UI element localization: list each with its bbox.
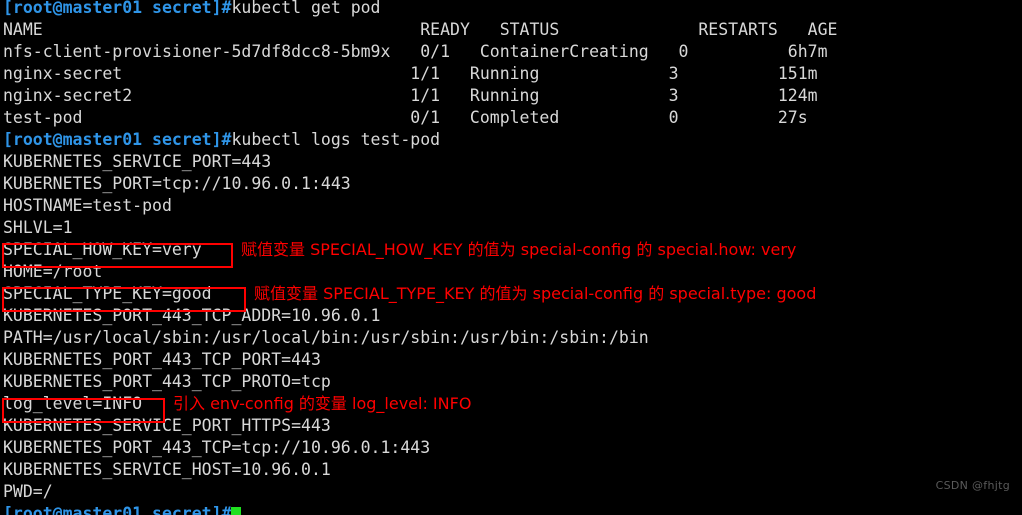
annotation-special-type-key: 赋值变量 SPECIAL_TYPE_KEY 的值为 special-config…	[254, 284, 817, 303]
log-line-port-443-tcp: KUBERNETES_PORT_443_TCP=tcp://10.96.0.1:…	[3, 438, 431, 457]
pod-table-header: NAME READY STATUS RESTARTS AGE	[3, 20, 838, 39]
table-row: nginx-secret2 1/1 Running 3 124m	[3, 86, 818, 105]
log-line-kubernetes-port: KUBERNETES_PORT=tcp://10.96.0.1:443	[3, 174, 351, 193]
command-text-logs: kubectl logs test-pod	[231, 130, 441, 149]
log-line-home: HOME=/root	[3, 262, 103, 281]
command-line-trailing: [root@master01 secret]#	[3, 503, 1022, 515]
log-line-path: PATH=/usr/local/sbin:/usr/local/bin:/usr…	[3, 328, 649, 347]
log-line-hostname: HOSTNAME=test-pod	[3, 196, 172, 215]
command-line-logs: [root@master01 secret]#kubectl logs test…	[3, 129, 1022, 151]
log-line-tcp-addr: KUBERNETES_PORT_443_TCP_ADDR=10.96.0.1	[3, 306, 381, 325]
annotation-log-level: 引入 env-config 的变量 log_level: INFO	[173, 394, 472, 413]
shell-prompt: [root@master01 secret]#	[3, 504, 232, 515]
table-row: nginx-secret 1/1 Running 3 151m	[3, 64, 818, 83]
shell-prompt: [root@master01 secret]#	[3, 0, 232, 17]
table-row: nfs-client-provisioner-5d7df8dcc8-5bm9x …	[3, 42, 828, 61]
log-line-tcp-port: KUBERNETES_PORT_443_TCP_PORT=443	[3, 350, 321, 369]
table-row: test-pod 0/1 Completed 0 27s	[3, 108, 808, 127]
log-line-service-host: KUBERNETES_SERVICE_HOST=10.96.0.1	[3, 460, 331, 479]
log-line-special-type-key: SPECIAL_TYPE_KEY=good 赋值变量 SPECIAL_TYPE_K…	[3, 283, 1022, 305]
log-line-log-level: log_level=INFO 引入 env-config 的变量 log_leve…	[3, 393, 1022, 415]
log-value-log-level: log_level=INFO	[3, 394, 143, 413]
command-line-get-pod: [root@master01 secret]#kubectl get pod	[3, 0, 1022, 19]
text-cursor	[231, 507, 242, 515]
terminal-screen: [root@master01 secret]#kubectl get pod N…	[3, 0, 1022, 515]
log-line-service-port-https: KUBERNETES_SERVICE_PORT_HTTPS=443	[3, 416, 331, 435]
shell-prompt: [root@master01 secret]#	[3, 130, 232, 149]
terminal-window[interactable]: [root@master01 secret]#kubectl get pod N…	[0, 0, 1022, 515]
log-line-special-how-key: SPECIAL_HOW_KEY=very 赋值变量 SPECIAL_HOW_KEY…	[3, 239, 1022, 261]
log-line-pwd: PWD=/	[3, 482, 53, 501]
log-line-kubernetes-service-port: KUBERNETES_SERVICE_PORT=443	[3, 152, 272, 171]
log-value-special-how-key: SPECIAL_HOW_KEY=very	[3, 240, 202, 259]
command-text-get-pod: kubectl get pod	[231, 0, 381, 17]
log-line-shlvl: SHLVL=1	[3, 218, 73, 237]
log-value-special-type-key: SPECIAL_TYPE_KEY=good	[3, 284, 212, 303]
log-line-tcp-proto: KUBERNETES_PORT_443_TCP_PROTO=tcp	[3, 372, 331, 391]
annotation-special-how-key: 赋值变量 SPECIAL_HOW_KEY 的值为 special-config …	[241, 240, 797, 259]
watermark: CSDN @fhjtg	[935, 479, 1010, 492]
